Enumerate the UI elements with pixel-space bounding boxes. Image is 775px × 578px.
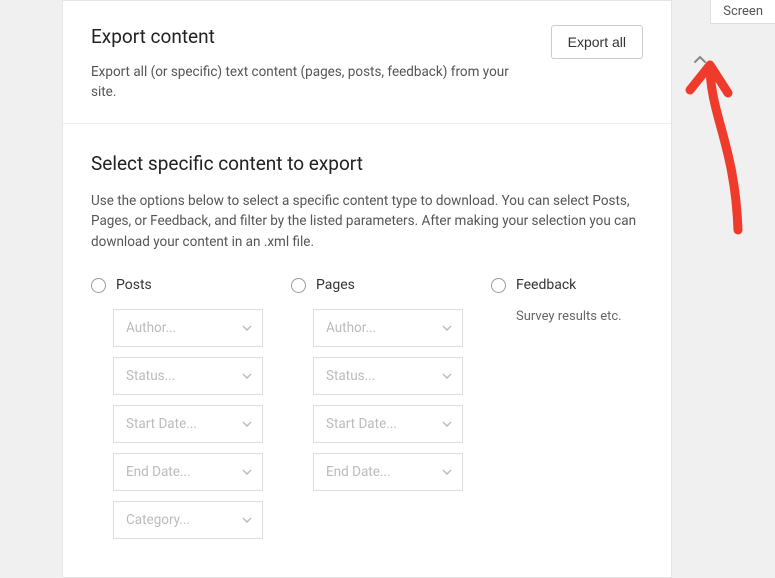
chevron-down-icon	[242, 323, 252, 333]
pages-radio-row[interactable]: Pages	[291, 277, 463, 293]
header-text: Export content Export all (or specific) …	[91, 25, 551, 103]
posts-category-select[interactable]: Category...	[113, 501, 263, 539]
export-title: Export content	[91, 25, 531, 48]
select-placeholder: Start Date...	[126, 416, 197, 432]
chevron-down-icon	[242, 371, 252, 381]
pages-start-date-select[interactable]: Start Date...	[313, 405, 463, 443]
export-body: Select specific content to export Use th…	[63, 124, 671, 578]
export-all-button[interactable]: Export all	[551, 25, 643, 59]
collapse-panel-button[interactable]	[680, 40, 720, 80]
select-placeholder: Start Date...	[326, 416, 397, 432]
select-placeholder: Author...	[126, 320, 176, 336]
select-placeholder: Status...	[126, 368, 175, 384]
select-placeholder: End Date...	[326, 464, 391, 480]
chevron-up-icon	[692, 52, 708, 68]
select-placeholder: Author...	[326, 320, 376, 336]
feedback-radio[interactable]	[491, 278, 506, 293]
posts-radio-row[interactable]: Posts	[91, 277, 263, 293]
select-content-title: Select specific content to export	[91, 152, 643, 175]
posts-status-select[interactable]: Status...	[113, 357, 263, 395]
pages-label: Pages	[316, 277, 355, 293]
feedback-radio-row[interactable]: Feedback	[491, 277, 643, 293]
posts-end-date-select[interactable]: End Date...	[113, 453, 263, 491]
feedback-label: Feedback	[516, 277, 576, 293]
pages-end-date-select[interactable]: End Date...	[313, 453, 463, 491]
chevron-down-icon	[442, 419, 452, 429]
pages-author-select[interactable]: Author...	[313, 309, 463, 347]
screen-options-tab[interactable]: Screen	[710, 0, 775, 24]
select-placeholder: Status...	[326, 368, 375, 384]
posts-label: Posts	[116, 277, 152, 293]
export-card: Export content Export all (or specific) …	[62, 0, 672, 578]
posts-column: Posts Author... Status... Start Date... …	[91, 277, 263, 549]
filter-columns: Posts Author... Status... Start Date... …	[91, 277, 643, 549]
chevron-down-icon	[442, 323, 452, 333]
pages-column: Pages Author... Status... Start Date... …	[291, 277, 463, 549]
posts-author-select[interactable]: Author...	[113, 309, 263, 347]
export-description: Export all (or specific) text content (p…	[91, 62, 531, 103]
posts-radio[interactable]	[91, 278, 106, 293]
feedback-subtext: Survey results etc.	[516, 309, 643, 324]
feedback-column: Feedback Survey results etc.	[491, 277, 643, 549]
pages-status-select[interactable]: Status...	[313, 357, 463, 395]
export-header: Export content Export all (or specific) …	[63, 1, 671, 124]
posts-start-date-select[interactable]: Start Date...	[113, 405, 263, 443]
annotation-arrow	[680, 55, 770, 245]
chevron-down-icon	[242, 515, 252, 525]
pages-radio[interactable]	[291, 278, 306, 293]
chevron-down-icon	[442, 371, 452, 381]
select-content-description: Use the options below to select a specif…	[91, 191, 643, 254]
chevron-down-icon	[442, 467, 452, 477]
select-placeholder: Category...	[126, 512, 190, 528]
chevron-down-icon	[242, 419, 252, 429]
select-placeholder: End Date...	[126, 464, 191, 480]
chevron-down-icon	[242, 467, 252, 477]
